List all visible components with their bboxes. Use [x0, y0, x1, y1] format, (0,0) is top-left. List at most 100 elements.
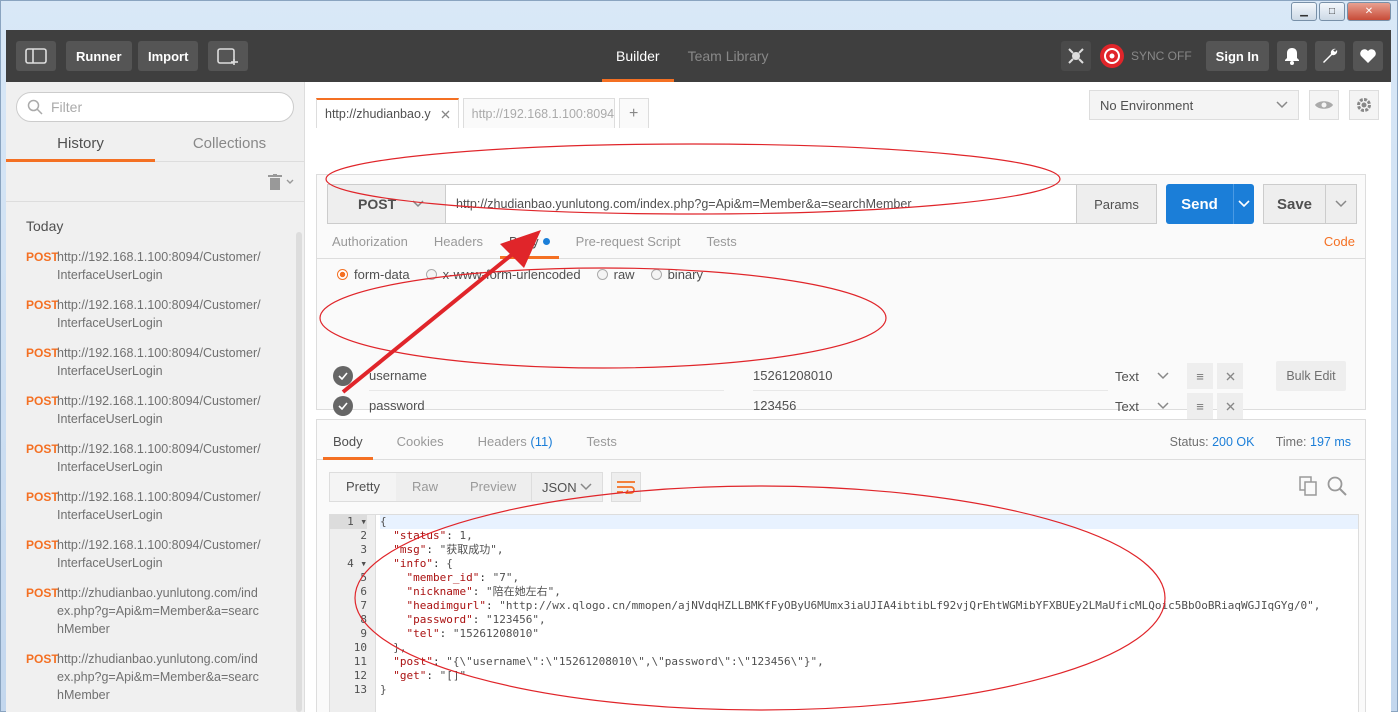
top-header: Runner Import Builder Team Library SYNC … [6, 30, 1391, 82]
list-item[interactable]: POST http://192.168.1.100:8094/Customer/I… [26, 536, 286, 572]
list-item[interactable]: POST http://192.168.1.100:8094/Customer/I… [26, 392, 286, 428]
tab-tests[interactable]: Tests [697, 225, 745, 258]
line-numbers: 1 ▾ 2 3 4 ▾ 5 6 7 8 9 10 11 12 13 [330, 515, 376, 712]
copy-button[interactable] [1299, 476, 1317, 499]
wrap-icon [617, 481, 635, 494]
drag-handle-icon[interactable]: ≡ [1187, 363, 1213, 389]
bulk-edit-button[interactable]: Bulk Edit [1276, 361, 1346, 391]
chevron-down-icon [1276, 101, 1288, 109]
environment-select[interactable]: No Environment [1089, 90, 1299, 120]
drag-handle-icon[interactable]: ≡ [1187, 393, 1213, 419]
response-code-viewer[interactable]: 1 ▾ 2 3 4 ▾ 5 6 7 8 9 10 11 12 13 { "statu… [329, 514, 1359, 712]
tab-response-headers[interactable]: Headers (11) [468, 420, 563, 459]
tab-response-body[interactable]: Body [323, 420, 373, 460]
code-lines: { "status": 1, "msg": "获取成功", "info": { … [376, 515, 1358, 712]
runner-button[interactable]: Runner [66, 41, 132, 71]
url-input[interactable] [456, 197, 1066, 211]
sign-in-button[interactable]: Sign In [1205, 41, 1269, 71]
tab-pre-request-script[interactable]: Pre-request Script [567, 225, 690, 258]
wrap-lines-button[interactable] [611, 472, 641, 502]
request-tab-active[interactable]: http://zhudianbao.y [316, 98, 459, 128]
save-dropdown-button[interactable] [1326, 185, 1356, 223]
settings-button[interactable] [1315, 41, 1345, 71]
form-value-field[interactable]: 15261208010 [753, 361, 1108, 391]
tab-authorization[interactable]: Authorization [323, 225, 417, 258]
method-label: POST [26, 394, 59, 408]
list-item[interactable]: POST http://zhudianbao.yunlutong.com/inde… [26, 584, 286, 638]
sidebar-scrollbar[interactable] [296, 232, 302, 712]
form-row: password 123456 Text ≡ [329, 391, 1289, 421]
save-button[interactable]: Save [1264, 185, 1326, 223]
tab-collections[interactable]: Collections [155, 130, 304, 161]
status-label: Status: [1169, 435, 1209, 449]
radio-icon [650, 269, 662, 280]
environment-quick-look-button[interactable] [1309, 90, 1339, 120]
search-response-button[interactable] [1327, 476, 1347, 499]
wrench-icon [1323, 48, 1338, 63]
header-tools: SYNC OFF Sign In [1060, 41, 1383, 71]
view-raw-button[interactable]: Raw [396, 473, 454, 501]
form-type-select[interactable]: Text [1115, 369, 1169, 384]
window-controls: ▁ □ ✕ [1291, 2, 1391, 21]
form-type-select[interactable]: Text [1115, 399, 1169, 414]
clear-history-button[interactable] [268, 173, 294, 190]
import-button[interactable]: Import [138, 41, 199, 71]
radio-urlencoded[interactable]: x-www-form-urlencoded [425, 267, 581, 282]
tab-test-results[interactable]: Tests [577, 420, 627, 459]
list-item[interactable]: POST http://zhudianbao.yunlutong.com/inde… [26, 650, 286, 704]
interceptor-button[interactable] [1060, 41, 1091, 71]
request-tab[interactable]: http://192.168.1.100:8094 [462, 98, 615, 128]
tab-history[interactable]: History [6, 130, 155, 162]
code-line: "headimgurl": "http://wx.qlogo.cn/mmopen… [406, 599, 1321, 612]
tab-cookies[interactable]: Cookies [387, 420, 454, 459]
form-key-field[interactable]: username [369, 361, 724, 391]
params-button[interactable]: Params [1077, 184, 1157, 224]
row-enabled-checkbox[interactable] [333, 396, 353, 416]
history-url: http://192.168.1.100:8094/Customer/Inter… [57, 346, 261, 378]
notifications-button[interactable] [1277, 41, 1307, 71]
method-select[interactable]: POST [327, 184, 445, 224]
radio-label: form-data [354, 267, 410, 282]
format-select[interactable]: JSON [531, 472, 603, 502]
minimize-button[interactable]: ▁ [1291, 2, 1317, 21]
maximize-button[interactable]: □ [1319, 2, 1345, 21]
view-preview-button[interactable]: Preview [454, 473, 532, 501]
send-dropdown-button[interactable] [1234, 184, 1254, 224]
view-pretty-button[interactable]: Pretty [330, 473, 396, 501]
tab-body[interactable]: Body [500, 225, 559, 259]
tab-team-library[interactable]: Team Library [674, 30, 783, 82]
radio-form-data[interactable]: form-data [337, 267, 410, 282]
time-label: Time: [1275, 435, 1307, 449]
list-item[interactable]: POST http://192.168.1.100:8094/Customer/I… [26, 248, 286, 284]
method-label: POST [26, 442, 59, 456]
filter-input[interactable] [51, 99, 271, 115]
tab-headers[interactable]: Headers [425, 225, 492, 258]
add-tab-button[interactable]: + [618, 98, 649, 128]
send-button[interactable]: Send [1166, 184, 1234, 224]
list-item[interactable]: POST http://192.168.1.100:8094/Customer/I… [26, 344, 286, 380]
new-window-button[interactable] [208, 41, 248, 71]
form-value-field[interactable]: 123456 [753, 391, 1108, 421]
code-line: } [380, 683, 387, 696]
sync-status[interactable]: SYNC OFF [1099, 43, 1192, 69]
close-icon[interactable] [441, 110, 450, 119]
list-item[interactable]: POST http://192.168.1.100:8094/Customer/I… [26, 440, 286, 476]
list-item[interactable]: POST http://192.168.1.100:8094/Customer/I… [26, 296, 286, 332]
close-window-button[interactable]: ✕ [1347, 2, 1391, 21]
sidebar: History Collections Today POSThttp://192… [6, 82, 305, 712]
manage-environments-button[interactable] [1349, 90, 1379, 120]
tab-builder[interactable]: Builder [602, 30, 674, 82]
row-enabled-checkbox[interactable] [333, 366, 353, 386]
delete-row-button[interactable] [1217, 363, 1243, 389]
radio-raw[interactable]: raw [596, 267, 635, 282]
form-key-field[interactable]: password [369, 391, 724, 421]
list-item[interactable]: POST http://192.168.1.100:8094/Customer/I… [26, 488, 286, 524]
new-window-icon [217, 48, 238, 65]
sidebar-tabs: History Collections [6, 130, 304, 162]
radio-binary[interactable]: binary [650, 267, 703, 282]
toggle-sidebar-button[interactable] [16, 41, 56, 71]
favorite-button[interactable] [1353, 41, 1383, 71]
generate-code-link[interactable]: Code [1324, 225, 1355, 259]
delete-row-button[interactable] [1217, 393, 1243, 419]
code-line: "get": "[]" [393, 669, 467, 682]
